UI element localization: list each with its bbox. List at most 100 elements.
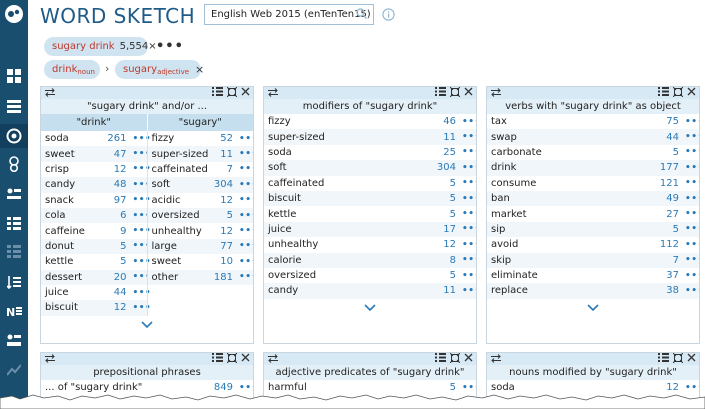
list-item[interactable]: tax75••• <box>487 114 699 129</box>
list-item[interactable]: super-sized11••• <box>147 146 253 162</box>
collocate-frequency[interactable]: 20 <box>114 272 133 283</box>
info-icon[interactable] <box>382 8 395 24</box>
list-item[interactable]: oversized5••• <box>264 268 476 283</box>
list-item[interactable]: carbonate5••• <box>487 145 699 160</box>
collocate-frequency[interactable]: 6 <box>120 210 132 221</box>
list-item[interactable]: swap44••• <box>487 129 699 145</box>
row-menu-icon[interactable]: ••• <box>133 257 151 267</box>
close-icon[interactable] <box>241 353 250 365</box>
list-item[interactable]: drink177••• <box>487 160 699 176</box>
swap-icon[interactable] <box>490 354 502 366</box>
collocate-word[interactable]: biscuit <box>41 302 114 313</box>
collocate-word[interactable]: crisp <box>41 164 114 175</box>
row-menu-icon[interactable]: ••• <box>239 149 253 159</box>
list-item[interactable]: replace38••• <box>487 283 699 299</box>
collocate-frequency[interactable]: 46 <box>443 116 462 127</box>
row-menu-icon[interactable]: ••• <box>462 194 476 204</box>
row-menu-icon[interactable]: ••• <box>239 226 253 236</box>
collocate-frequency[interactable]: 11 <box>443 132 462 143</box>
collocate-frequency[interactable]: 5 <box>227 210 239 221</box>
collocate-word[interactable]: unhealthy <box>264 239 443 250</box>
row-menu-icon[interactable]: ••• <box>133 180 151 190</box>
corpus-selector[interactable]: English Web 2015 (enTenTen15) <box>204 4 374 25</box>
collocate-frequency[interactable]: 25 <box>443 147 462 158</box>
list-item[interactable]: donut 5 ••• <box>41 238 151 255</box>
collocate-word[interactable]: juice <box>41 287 114 298</box>
columns-icon[interactable] <box>435 87 446 99</box>
list-item[interactable]: juice17••• <box>264 221 476 238</box>
list-item[interactable]: acidic12••• <box>148 193 254 208</box>
row-menu-icon[interactable]: ••• <box>685 132 699 142</box>
row-menu-icon[interactable]: ••• <box>239 272 253 282</box>
close-icon[interactable] <box>241 87 250 99</box>
row-menu-icon[interactable]: ••• <box>685 240 699 250</box>
list-item[interactable]: crisp 12 ••• <box>41 162 151 177</box>
collocate-frequency[interactable]: 97 <box>114 195 133 206</box>
collocate-frequency[interactable]: 52 <box>220 133 239 144</box>
row-menu-icon[interactable]: ••• <box>133 149 151 159</box>
collocate-word[interactable]: tax <box>487 116 666 127</box>
row-menu-icon[interactable]: ••• <box>239 211 253 221</box>
collocate-word[interactable]: soft <box>264 162 437 173</box>
collocate-word[interactable]: market <box>487 209 666 220</box>
collocate-frequency[interactable]: 44 <box>114 287 133 298</box>
show-more-chevron-icon[interactable] <box>487 299 699 317</box>
swap-icon[interactable] <box>44 88 56 100</box>
row-menu-icon[interactable]: ••• <box>133 241 151 251</box>
collocate-frequency[interactable]: 181 <box>214 272 239 283</box>
columns-icon[interactable] <box>212 353 223 365</box>
list-item[interactable]: unhealthy12••• <box>148 223 254 238</box>
collocate-frequency[interactable]: 5 <box>450 209 462 220</box>
search-icon[interactable] <box>356 8 368 22</box>
thesaurus-icon[interactable] <box>0 182 28 206</box>
row-menu-icon[interactable]: ••• <box>462 209 476 219</box>
list-item[interactable]: sweet 47 ••• <box>41 146 151 162</box>
collocate-frequency[interactable]: 12 <box>114 302 133 313</box>
list-item[interactable]: fizzy52••• <box>148 131 254 146</box>
list-item[interactable]: oversized5••• <box>147 207 253 224</box>
keywords-icon[interactable] <box>0 240 28 264</box>
row-menu-icon[interactable]: ••• <box>133 164 151 174</box>
row-menu-icon[interactable]: ••• <box>685 209 699 219</box>
more-options-button[interactable]: ••• <box>156 39 184 54</box>
list-item[interactable]: market27••• <box>487 206 699 221</box>
list-item[interactable]: calorie8••• <box>264 252 476 268</box>
list-item[interactable]: caffeinated5••• <box>264 176 476 191</box>
collocate-word[interactable]: sip <box>487 224 673 235</box>
row-menu-icon[interactable]: ••• <box>462 240 476 250</box>
list-item[interactable]: skip7••• <box>487 252 699 268</box>
close-icon[interactable] <box>464 353 473 365</box>
maximize-icon[interactable] <box>449 87 461 100</box>
row-menu-icon[interactable]: ••• <box>133 288 151 298</box>
collocate-frequency[interactable]: 261 <box>107 133 132 144</box>
collocate-word[interactable]: other <box>148 272 214 283</box>
maximize-icon[interactable] <box>226 87 238 100</box>
row-menu-icon[interactable]: ••• <box>685 117 699 127</box>
collocate-word[interactable]: sweet <box>148 256 221 267</box>
swap-icon[interactable] <box>267 88 279 100</box>
collocate-word[interactable]: fizzy <box>264 116 443 127</box>
list-item[interactable]: snack 97 ••• <box>41 193 151 208</box>
row-menu-icon[interactable]: ••• <box>239 195 253 205</box>
dashboard-icon[interactable] <box>0 64 28 88</box>
collocate-word[interactable]: carbonate <box>487 147 673 158</box>
collocate-word[interactable]: donut <box>41 241 120 252</box>
row-menu-icon[interactable]: ••• <box>133 195 151 205</box>
collocate-frequency[interactable]: 304 <box>437 162 462 173</box>
ne-icon[interactable]: N <box>0 299 28 323</box>
list-item[interactable]: dessert 20 ••• <box>41 269 151 285</box>
collocate-word[interactable]: caffeinated <box>264 178 450 189</box>
collocate-frequency[interactable]: 7 <box>673 255 685 266</box>
collocate-word[interactable]: snack <box>41 195 114 206</box>
collocate-frequency[interactable]: 177 <box>660 162 685 173</box>
collocate-word[interactable]: avoid <box>487 239 660 250</box>
columns-icon[interactable] <box>658 353 669 365</box>
collocate-frequency[interactable]: 304 <box>214 179 239 190</box>
collocate-frequency[interactable]: 12 <box>114 164 133 175</box>
row-menu-icon[interactable]: ••• <box>685 147 699 157</box>
row-menu-icon[interactable]: ••• <box>133 226 151 236</box>
row-menu-icon[interactable]: ••• <box>133 303 151 313</box>
close-icon[interactable] <box>464 87 473 99</box>
collocate-word[interactable]: fizzy <box>148 133 221 144</box>
ngrams-icon[interactable] <box>0 270 28 294</box>
